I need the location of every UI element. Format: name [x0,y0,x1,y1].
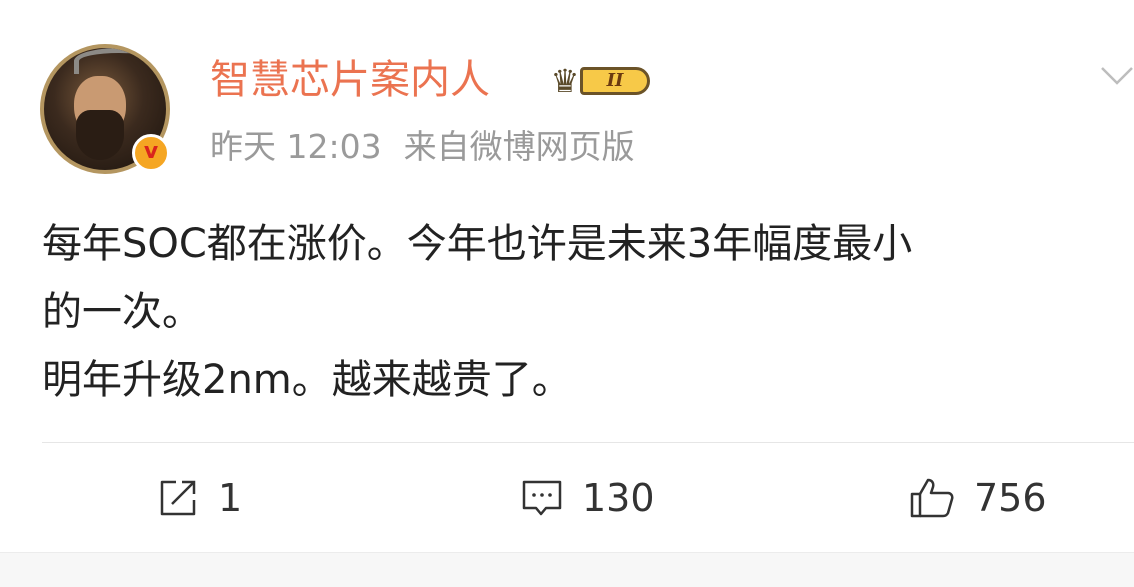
comment-count: 130 [582,476,655,520]
post-text-line: 每年SOC都在涨价。今年也许是未来3年幅度最小 [42,221,913,267]
author-name[interactable]: 智慧芯片案内人 [210,52,490,108]
post-source[interactable]: 来自微博网页版 [404,127,635,166]
like-icon [910,478,954,518]
like-button[interactable]: 756 [908,470,1047,526]
repost-icon [160,480,196,516]
chevron-down-icon[interactable] [1100,58,1134,92]
post-time: 昨天 12:03 [210,127,382,166]
avatar-beard [76,110,124,160]
repost-count: 1 [218,476,243,520]
vip-level-badge[interactable]: ♛ II [546,62,658,100]
post-text-line: 的一次。 [42,289,202,335]
divider [42,442,1134,443]
vip-level-label: II [580,67,650,95]
repost-button[interactable]: 1 [156,470,242,526]
crown-icon: ♛ [550,62,580,100]
verified-badge-icon: v [132,134,170,172]
avatar[interactable]: v [36,36,176,176]
feed-separator [0,552,1134,587]
weibo-post-card: v 智慧芯片案内人 ♛ II 昨天 12:03 来自微博网页版 每年SOC都在涨价… [0,0,1134,587]
avatar-ornament [74,48,164,74]
post-content: 每年SOC都在涨价。今年也许是未来3年幅度最小 的一次。 明年升级2nm。越来越… [42,210,1132,414]
comment-button[interactable]: 130 [520,470,655,526]
like-count: 756 [974,476,1047,520]
comment-icon [522,480,562,516]
post-text-line: 明年升级2nm。越来越贵了。 [42,357,572,403]
post-meta: 昨天 12:03 来自微博网页版 [210,124,635,170]
